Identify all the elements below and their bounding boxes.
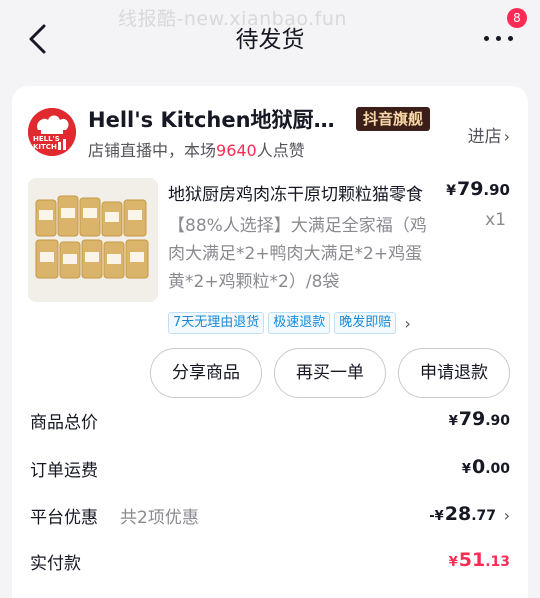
shipping-label: 订单运费 (30, 461, 98, 481)
shop-logo[interactable]: HELL'S KITCH (28, 108, 76, 156)
live-suffix: 人点赞 (256, 141, 305, 160)
shipping-int: 0 (471, 456, 486, 478)
paid-value: ¥51.13 (449, 549, 510, 571)
share-product-button[interactable]: 分享商品 (150, 348, 262, 398)
tag-7day-return: 7天无理由退货 (168, 312, 265, 334)
discount-count: 共2项优惠 (120, 508, 199, 528)
paid-label: 实付款 (30, 554, 81, 574)
tag-late-compensation: 晚发即赔 (334, 312, 397, 334)
product-title[interactable]: 地狱厨房鸡肉冻干原切颗粒猫零食 (168, 180, 430, 205)
store-type-badge: 抖音旗舰 (356, 107, 431, 131)
page-title: 待发货 (235, 27, 305, 53)
discount-dec: .77 (471, 508, 496, 524)
paid-int: 51 (458, 549, 486, 571)
goods-total-row: 商品总价 ¥79.90 (30, 408, 510, 438)
service-tags[interactable]: 7天无理由退货 极速退款 晚发即赔 › (168, 312, 411, 334)
discount-symbol: -¥ (429, 509, 444, 524)
paid-symbol: ¥ (448, 555, 458, 570)
goods-total-symbol: ¥ (448, 414, 458, 429)
product-spec: 【88%人选择】大满足全家福（鸡肉大满足*2+鸭肉大满足*2+鸡蛋黄*2+鸡颗粒… (168, 216, 427, 292)
svg-text:HELL'S: HELL'S (33, 135, 60, 143)
discount-int: 28 (444, 503, 472, 525)
more-dot (496, 36, 501, 41)
discount-label: 平台优惠 (30, 508, 98, 528)
paid-row: 实付款 ¥51.13 (30, 549, 510, 579)
enter-shop-label: 进店 (467, 127, 502, 147)
more-dot (508, 36, 513, 41)
request-refund-button[interactable]: 申请退款 (398, 348, 510, 398)
top-bar: 待发货 8 (0, 0, 540, 80)
paid-dec: .13 (485, 554, 510, 570)
live-prefix: 店铺直播中，本场 (88, 141, 217, 160)
shipping-value: ¥0.00 (462, 456, 510, 478)
more-button[interactable] (482, 26, 516, 52)
shipping-row: 订单运费 ¥0.00 (30, 456, 510, 486)
product-thumbnail (28, 178, 158, 302)
notification-badge: 8 (507, 8, 527, 28)
discount-value: -¥28.77 (429, 503, 496, 525)
goods-total-value: ¥79.90 (449, 408, 510, 430)
live-status: 店铺直播中，本场9640人点赞 (88, 137, 305, 161)
product-price-dec: .90 (483, 181, 510, 199)
goods-total-int: 79 (458, 408, 486, 430)
goods-total-label: 商品总价 (30, 413, 98, 433)
rebuy-button[interactable]: 再买一单 (274, 348, 386, 398)
discount-row[interactable]: 平台优惠 共2项优惠 -¥28.77 › (30, 503, 510, 533)
enter-shop-link[interactable]: 进店 › (468, 122, 510, 147)
product-price-symbol: ¥ (446, 183, 456, 199)
order-actions: 分享商品 再买一单 申请退款 (138, 348, 510, 398)
shop-name[interactable]: Hell's Kitchen地狱厨房旗舰店 (88, 104, 338, 134)
live-like-count: 9640 (216, 141, 257, 160)
chevron-right-icon: › (503, 506, 510, 525)
goods-total-dec: .90 (485, 413, 510, 429)
chevron-right-icon: › (404, 313, 411, 333)
shipping-symbol: ¥ (461, 462, 471, 477)
svg-text:KITCH: KITCH (33, 143, 57, 151)
order-card: HELL'S KITCH Hell's Kitchen地狱厨房旗舰店 抖音旗舰 … (12, 86, 528, 598)
tag-fast-refund: 极速退款 (268, 312, 331, 334)
product-price: ¥79.90 (446, 178, 510, 200)
product-price-int: 79 (456, 178, 484, 200)
chevron-right-icon: › (503, 127, 510, 146)
more-dots-icon (484, 36, 489, 41)
product-quantity: x1 (485, 210, 506, 230)
chef-hat-logo-icon: HELL'S KITCH (28, 108, 76, 156)
shipping-dec: .00 (485, 461, 510, 477)
product-image[interactable] (28, 178, 158, 302)
